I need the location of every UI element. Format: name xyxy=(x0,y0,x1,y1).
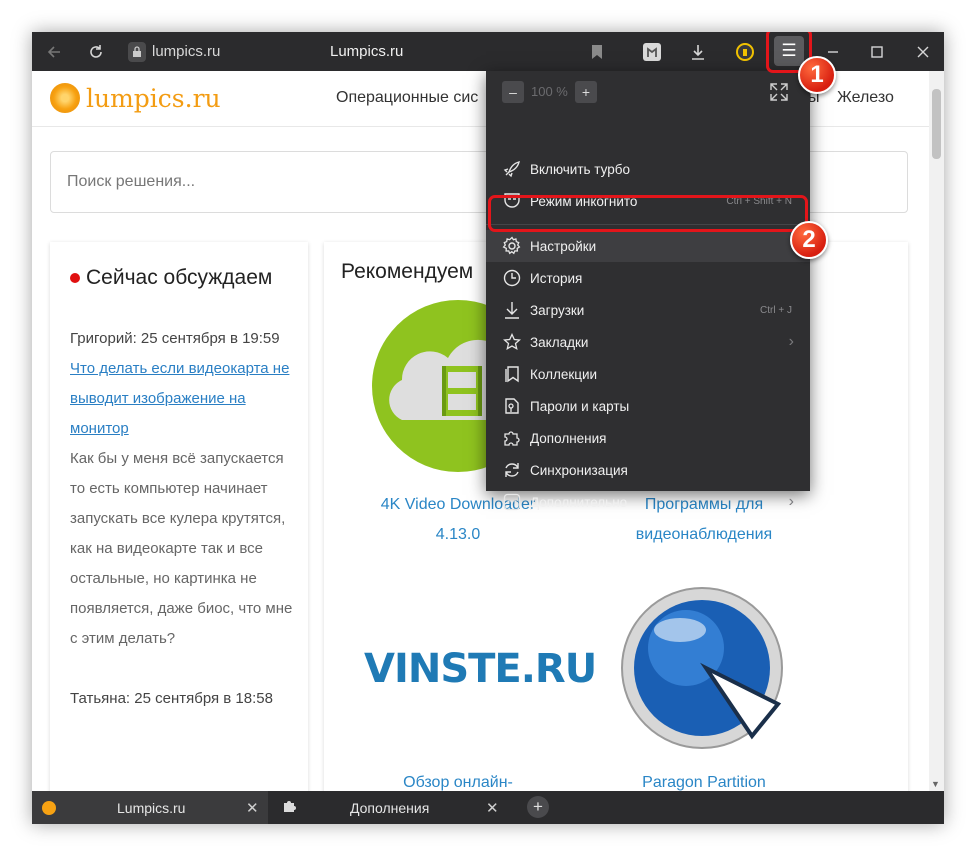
discussion-title-text: Сейчас обсуждаем xyxy=(86,266,273,289)
comment-author: Григорий: 25 сентября в 19:59 xyxy=(70,330,280,347)
reload-icon[interactable] xyxy=(78,32,114,71)
menu-item-passwords[interactable]: Пароли и карты xyxy=(486,390,810,422)
live-dot-icon xyxy=(70,273,80,283)
browser-main-menu: – 100 % + Включить турбо Режим инкогнито… xyxy=(486,71,810,511)
chevron-right-icon: › xyxy=(788,333,794,350)
recommended-title: Рекомендуем xyxy=(341,260,474,283)
tab-bar: Lumpics.ru ✕ Дополнения ✕ + xyxy=(32,791,944,824)
favicon-orange-icon xyxy=(42,800,56,815)
bookmark-icon[interactable] xyxy=(579,32,615,71)
address-text: lumpics.ru xyxy=(152,43,221,60)
menu-item-more[interactable]: Дополнительно › xyxy=(486,486,810,518)
menu-item-downloads[interactable]: Загрузки Ctrl + J xyxy=(486,294,810,326)
rocket-icon xyxy=(502,159,522,179)
puzzle-icon xyxy=(282,799,296,816)
scroll-down-icon[interactable]: ▼ xyxy=(931,779,940,789)
sync-icon xyxy=(502,460,522,480)
zoom-in-button[interactable]: + xyxy=(575,81,597,103)
tab-label: Дополнения xyxy=(350,799,430,816)
tab-label: Lumpics.ru xyxy=(117,799,186,816)
vinste-logo[interactable]: VINSTE.RU xyxy=(364,646,597,692)
nav-link-os[interactable]: Операционные сис xyxy=(336,89,478,107)
logo-text: lumpics.ru xyxy=(86,83,221,113)
menu-item-history[interactable]: История xyxy=(486,262,810,294)
tab-extensions[interactable]: Дополнения ✕ xyxy=(272,791,512,824)
menu-item-settings[interactable]: Настройки xyxy=(486,230,810,262)
menu-item-sync[interactable]: Синхронизация xyxy=(486,454,810,486)
star-icon xyxy=(502,332,522,352)
menu-item-label: Дополнительно xyxy=(530,494,628,510)
close-icon[interactable] xyxy=(905,32,941,71)
discussion-body: Григорий: 25 сентября в 19:59 Что делать… xyxy=(70,324,295,714)
highlight-settings-item xyxy=(488,195,808,232)
tab-close-icon[interactable]: ✕ xyxy=(246,799,259,817)
lock-icon xyxy=(128,41,146,62)
menu-item-label: Коллекции xyxy=(530,366,598,382)
music-icon[interactable] xyxy=(727,32,763,71)
discussion-card: Сейчас обсуждаем Григорий: 25 сентября в… xyxy=(50,242,308,822)
fullscreen-icon[interactable] xyxy=(768,81,790,106)
menu-item-collections[interactable]: Коллекции xyxy=(486,358,810,390)
comment-text: Как бы у меня всё запускается то есть ко… xyxy=(70,450,293,647)
page-title: Lumpics.ru xyxy=(330,43,404,60)
menu-item-turbo[interactable]: Включить турбо xyxy=(486,153,810,185)
browser-window: lumpics.ru Lumpics.ru ☰ lumpics.ru Опера… xyxy=(32,32,944,824)
clock-icon xyxy=(502,268,522,288)
step-badge-2: 2 xyxy=(790,221,828,259)
menu-item-label: Загрузки xyxy=(530,302,585,318)
paragon-globe-icon[interactable] xyxy=(620,586,784,755)
menu-item-label: Включить турбо xyxy=(530,161,630,177)
menu-item-label: История xyxy=(530,270,583,286)
collections-icon xyxy=(502,364,522,384)
tab-close-icon[interactable]: ✕ xyxy=(486,799,499,817)
more-dots-icon xyxy=(502,492,522,512)
menu-item-label: Синхронизация xyxy=(530,462,628,478)
zoom-row: – 100 % + xyxy=(486,71,810,111)
discussion-title: Сейчас обсуждаем xyxy=(70,266,272,290)
zoom-value: 100 % xyxy=(531,84,568,99)
page-scrollbar[interactable]: ▼ xyxy=(929,71,944,791)
tab-lumpics[interactable]: Lumpics.ru ✕ xyxy=(32,791,268,824)
menu-item-label: Дополнения xyxy=(530,430,607,446)
puzzle-icon xyxy=(502,428,522,448)
orange-logo-icon xyxy=(50,83,80,113)
back-icon[interactable] xyxy=(36,32,72,71)
menu-item-label: Пароли и карты xyxy=(530,398,630,414)
comment-article-link[interactable]: Что делать если видеокарта не выводит из… xyxy=(70,360,289,437)
download-icon[interactable] xyxy=(680,32,716,71)
site-logo[interactable]: lumpics.ru xyxy=(50,83,221,113)
download-icon xyxy=(502,300,522,320)
menu-item-extensions[interactable]: Дополнения xyxy=(486,422,810,454)
extension-icon[interactable] xyxy=(634,32,670,71)
maximize-icon[interactable] xyxy=(859,32,895,71)
step-badge-1: 1 xyxy=(798,56,836,94)
zoom-out-button[interactable]: – xyxy=(502,81,524,103)
chevron-right-icon: › xyxy=(788,493,794,510)
gear-icon xyxy=(502,236,522,256)
key-card-icon xyxy=(502,396,522,416)
nav-link-hardware[interactable]: Железо xyxy=(837,89,894,107)
menu-item-label: Настройки xyxy=(530,238,597,254)
new-tab-button[interactable]: + xyxy=(527,796,549,818)
address-bar[interactable]: lumpics.ru xyxy=(128,39,220,64)
menu-item-shortcut: Ctrl + J xyxy=(760,304,792,316)
menu-item-bookmarks[interactable]: Закладки › xyxy=(486,326,810,358)
comment-author: Татьяна: 25 сентября в 18:58 xyxy=(70,690,273,707)
scrollbar-thumb[interactable] xyxy=(932,89,941,159)
menu-item-label: Закладки xyxy=(530,334,589,350)
